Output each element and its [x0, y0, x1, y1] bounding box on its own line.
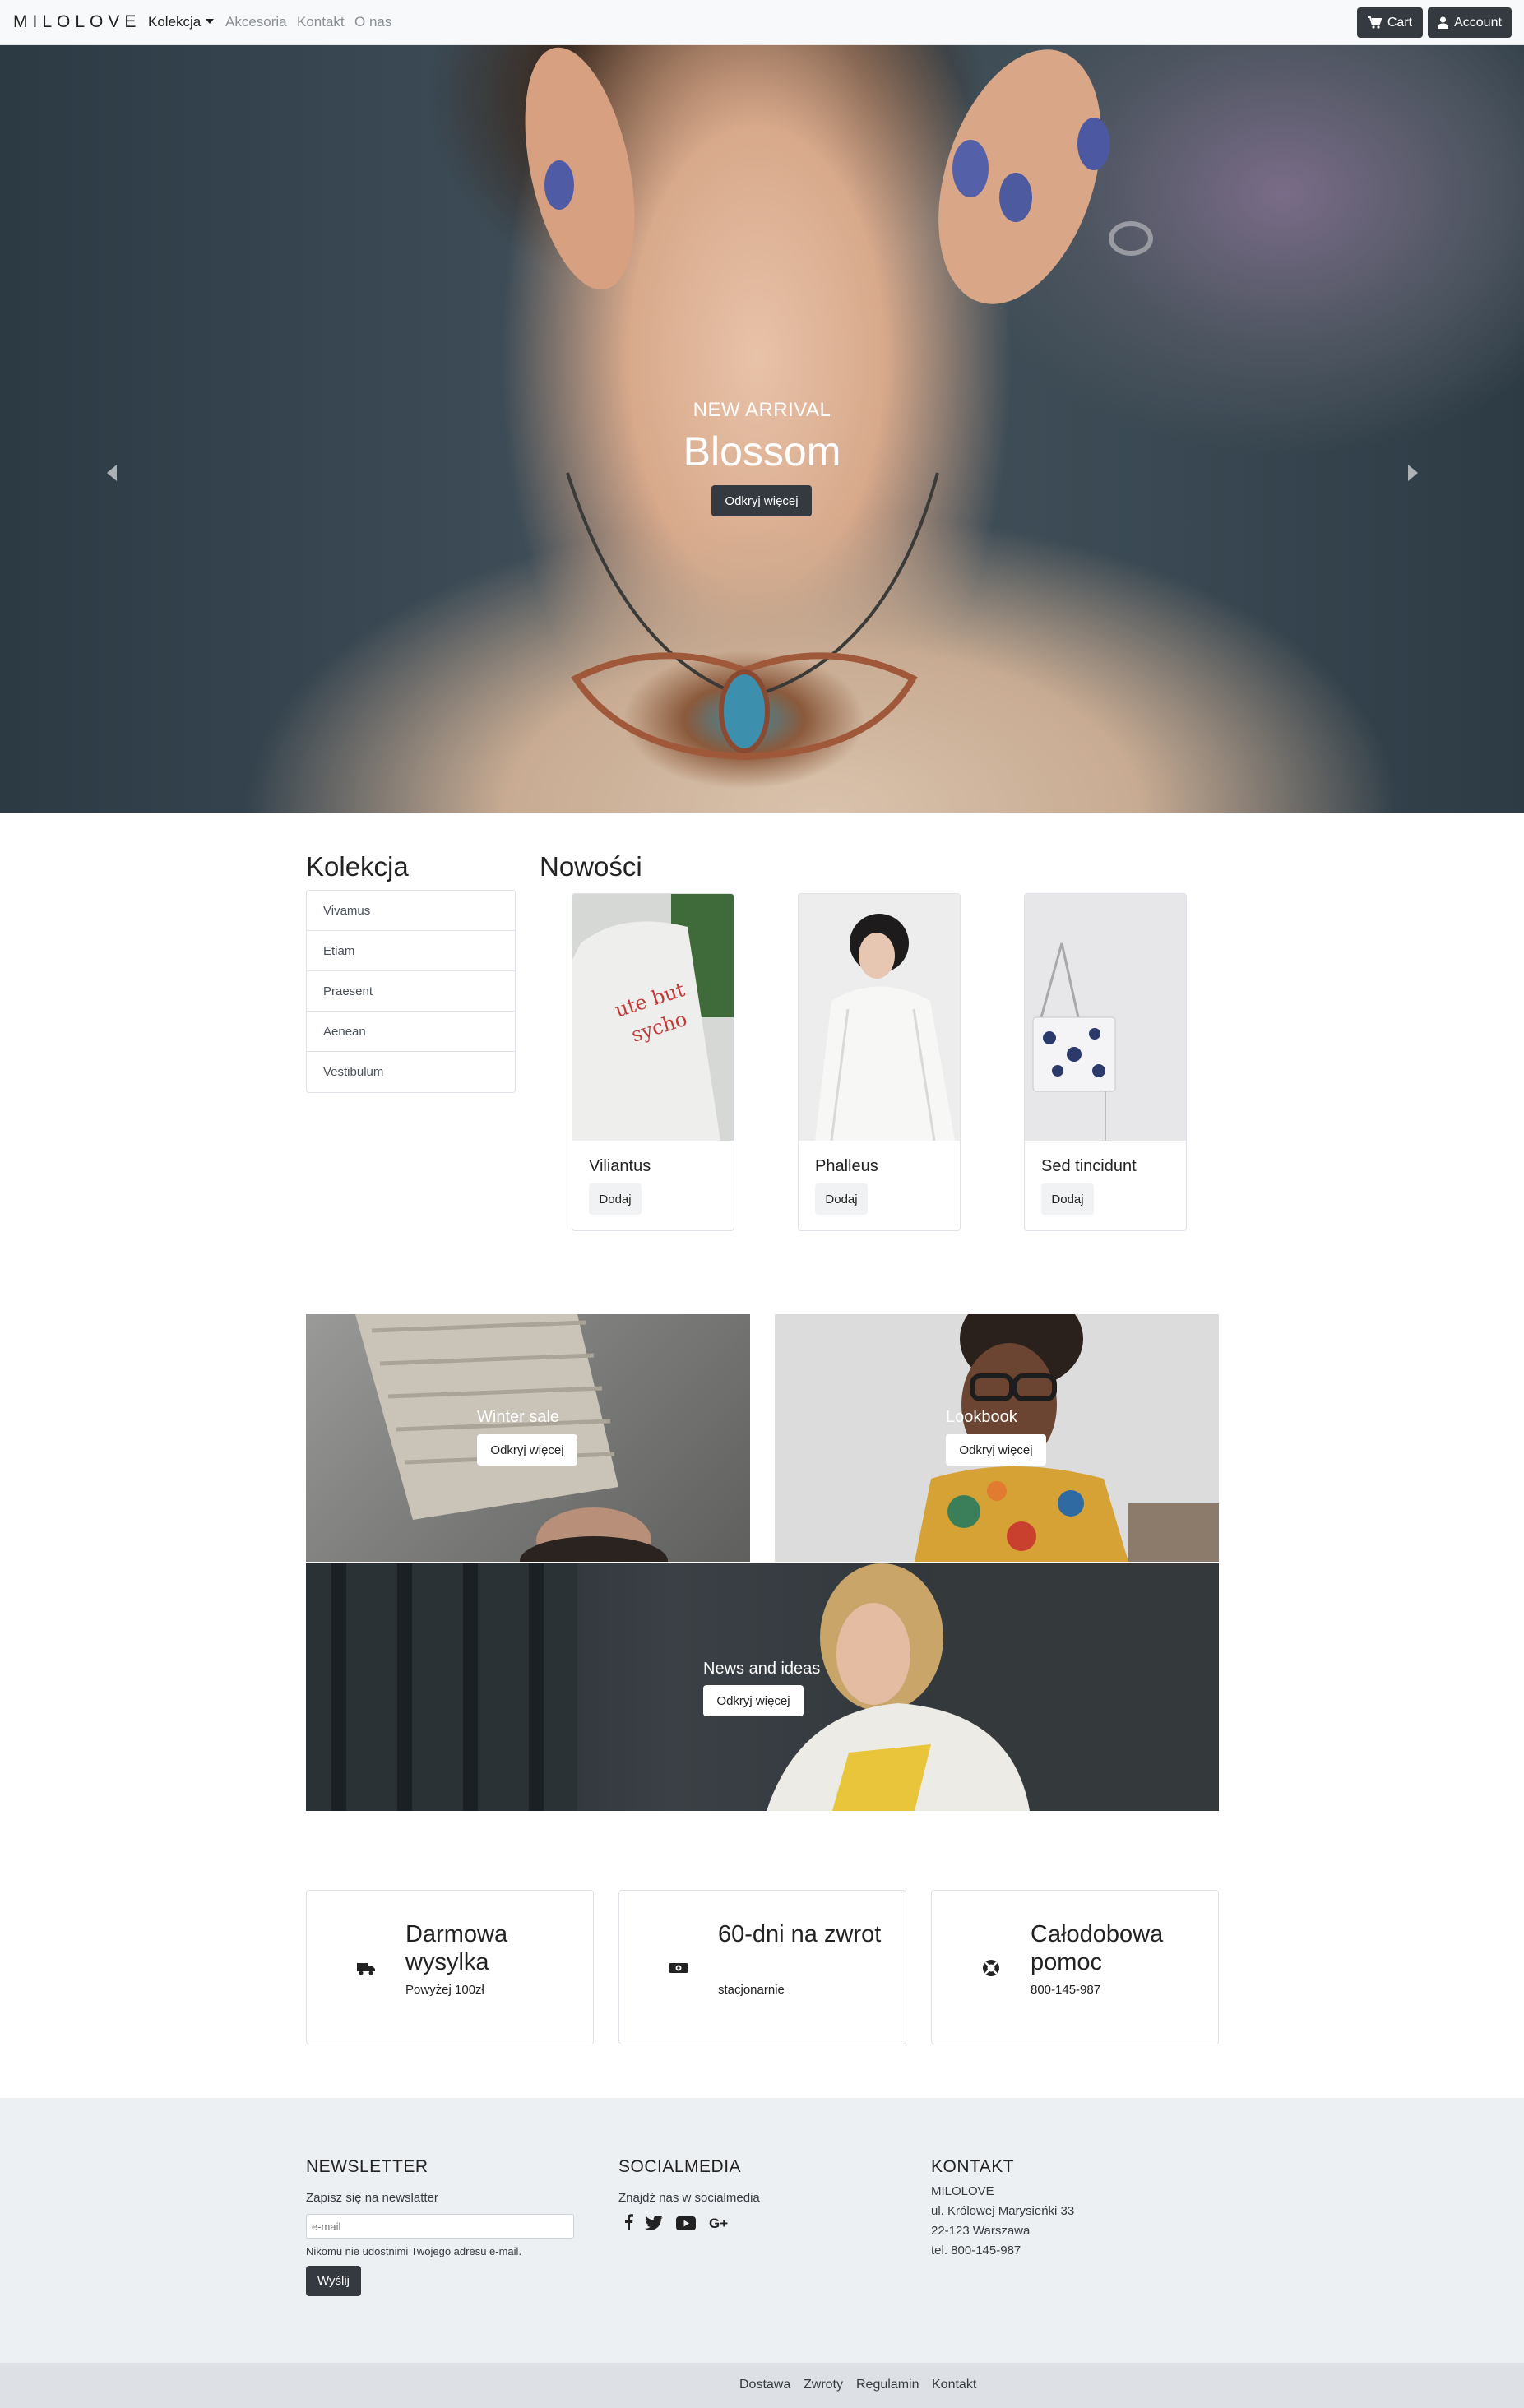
cart-icon [1367, 16, 1382, 29]
feature-title: 60-dni na zwrot [718, 1921, 882, 1947]
product-name: Viliantus [589, 1157, 651, 1175]
nav-akcesoria[interactable]: Akcesoria [225, 14, 287, 30]
product-name: Phalleus [815, 1157, 878, 1175]
nav-o-nas[interactable]: O nas [354, 14, 391, 30]
product-card[interactable]: ute but sycho Viliantus Dodaj [572, 893, 734, 1231]
social-text: Znajdź nas w socialmedia [618, 2191, 760, 2205]
tile-label: News and ideas [703, 1660, 821, 1678]
account-label: Account [1454, 15, 1502, 30]
user-icon [1438, 16, 1449, 29]
caret-down-icon [206, 19, 215, 24]
collection-item[interactable]: Aenean [307, 1012, 515, 1052]
feature-title: Całodobowa pomoc [1031, 1921, 1164, 1975]
contact-line: MILOLOVE [931, 2184, 994, 2198]
navbar: MILOLOVE Kolekcja Akcesoria Kontakt O na… [0, 0, 1524, 45]
google-plus-icon[interactable]: G+ [709, 2216, 729, 2230]
sidebar-title: Kolekcja [306, 851, 409, 882]
account-button[interactable]: Account [1428, 7, 1512, 38]
footer-link-kontakt[interactable]: Kontakt [932, 2378, 976, 2392]
footer-link-regulamin[interactable]: Regulamin [856, 2378, 919, 2392]
footer-link-zwroty[interactable]: Zwroty [804, 2378, 843, 2392]
product-card[interactable]: Sed tincidunt Dodaj [1024, 893, 1187, 1231]
collection-item[interactable]: Etiam [307, 931, 515, 971]
add-to-cart-button[interactable]: Dodaj [815, 1183, 868, 1215]
product-name: Sed tincidunt [1041, 1157, 1137, 1175]
contact-line: 22-123 Warszawa [931, 2224, 1031, 2238]
product-card[interactable]: Phalleus Dodaj [798, 893, 961, 1231]
tile-label: Winter sale [477, 1408, 560, 1426]
lookbook-tile[interactable]: Lookbook Odkryj więcej [775, 1314, 1219, 1562]
collection-list: Vivamus Etiam Praesent Aenean Vestibulum [306, 890, 516, 1093]
contact-title: KONTAKT [931, 2157, 1015, 2176]
truck-icon [357, 1963, 375, 1975]
newsletter-text: Zapisz się na newslatter [306, 2191, 438, 2205]
feature-card: Całodobowa pomoc 800-145-987 [931, 1890, 1219, 2044]
tile-discover-button[interactable]: Odkryj więcej [703, 1685, 804, 1716]
tile-discover-button[interactable]: Odkryj więcej [477, 1434, 577, 1466]
collection-item[interactable]: Vestibulum [307, 1052, 515, 1092]
nav-kontakt[interactable]: Kontakt [297, 14, 345, 30]
hero-discover-button[interactable]: Odkryj więcej [711, 485, 812, 516]
collection-item[interactable]: Vivamus [307, 891, 515, 931]
newsletter-submit-button[interactable]: Wyślij [306, 2266, 361, 2296]
footer-link-dostawa[interactable]: Dostawa [739, 2378, 790, 2392]
feature-card: 60-dni na zwrot stacjonarnie [618, 1890, 906, 2044]
svg-text:G+: G+ [709, 2216, 728, 2230]
youtube-icon[interactable] [676, 2216, 696, 2230]
newsletter-email-input[interactable] [306, 2214, 574, 2239]
tile-discover-button[interactable]: Odkryj więcej [946, 1434, 1046, 1466]
news-tile[interactable]: News and ideas Odkryj więcej [306, 1563, 1219, 1811]
feature-title: Darmowa wysylka [405, 1921, 508, 1975]
products-title: Nowości [540, 851, 642, 882]
add-to-cart-button[interactable]: Dodaj [589, 1183, 642, 1215]
feature-subtitle: Powyżej 100zł [405, 1983, 484, 1997]
hero-title: Blossom [683, 428, 841, 475]
feature-subtitle: stacjonarnie [718, 1983, 785, 1997]
add-to-cart-button[interactable]: Dodaj [1041, 1183, 1094, 1215]
product-image: ute but sycho [572, 894, 734, 1141]
life-ring-icon [983, 1960, 999, 1976]
social-title: SOCIALMEDIA [618, 2157, 742, 2176]
newsletter-title: NEWSLETTER [306, 2157, 428, 2176]
twitter-icon[interactable] [645, 2216, 663, 2230]
footer [0, 2098, 1524, 2363]
hero-carousel: NEW ARRIVAL Blossom Odkryj więcej [0, 45, 1524, 813]
tile-label: Lookbook [946, 1408, 1017, 1426]
facebook-icon[interactable] [623, 2214, 633, 2230]
product-image [799, 894, 960, 1141]
feature-card: Darmowa wysylka Powyżej 100zł [306, 1890, 594, 2044]
money-icon [669, 1963, 688, 1973]
cart-label: Cart [1387, 15, 1413, 30]
newsletter-note: Nikomu nie udostnimi Twojego adresu e-ma… [306, 2245, 522, 2258]
winter-sale-tile[interactable]: Winter sale Odkryj więcej [306, 1314, 750, 1562]
contact-line: ul. Królowej Marysieńki 33 [931, 2204, 1075, 2218]
brand-logo[interactable]: MILOLOVE [13, 12, 141, 32]
feature-subtitle: 800-145-987 [1031, 1983, 1101, 1997]
nav-kolekcja-label: Kolekcja [148, 14, 202, 30]
collection-item[interactable]: Praesent [307, 971, 515, 1012]
hero-subtitle: NEW ARRIVAL [693, 399, 831, 421]
nav-kolekcja-dropdown[interactable]: Kolekcja [148, 14, 215, 30]
cart-button[interactable]: Cart [1357, 7, 1423, 38]
contact-line: tel. 800-145-987 [931, 2244, 1021, 2258]
product-image [1025, 894, 1186, 1141]
